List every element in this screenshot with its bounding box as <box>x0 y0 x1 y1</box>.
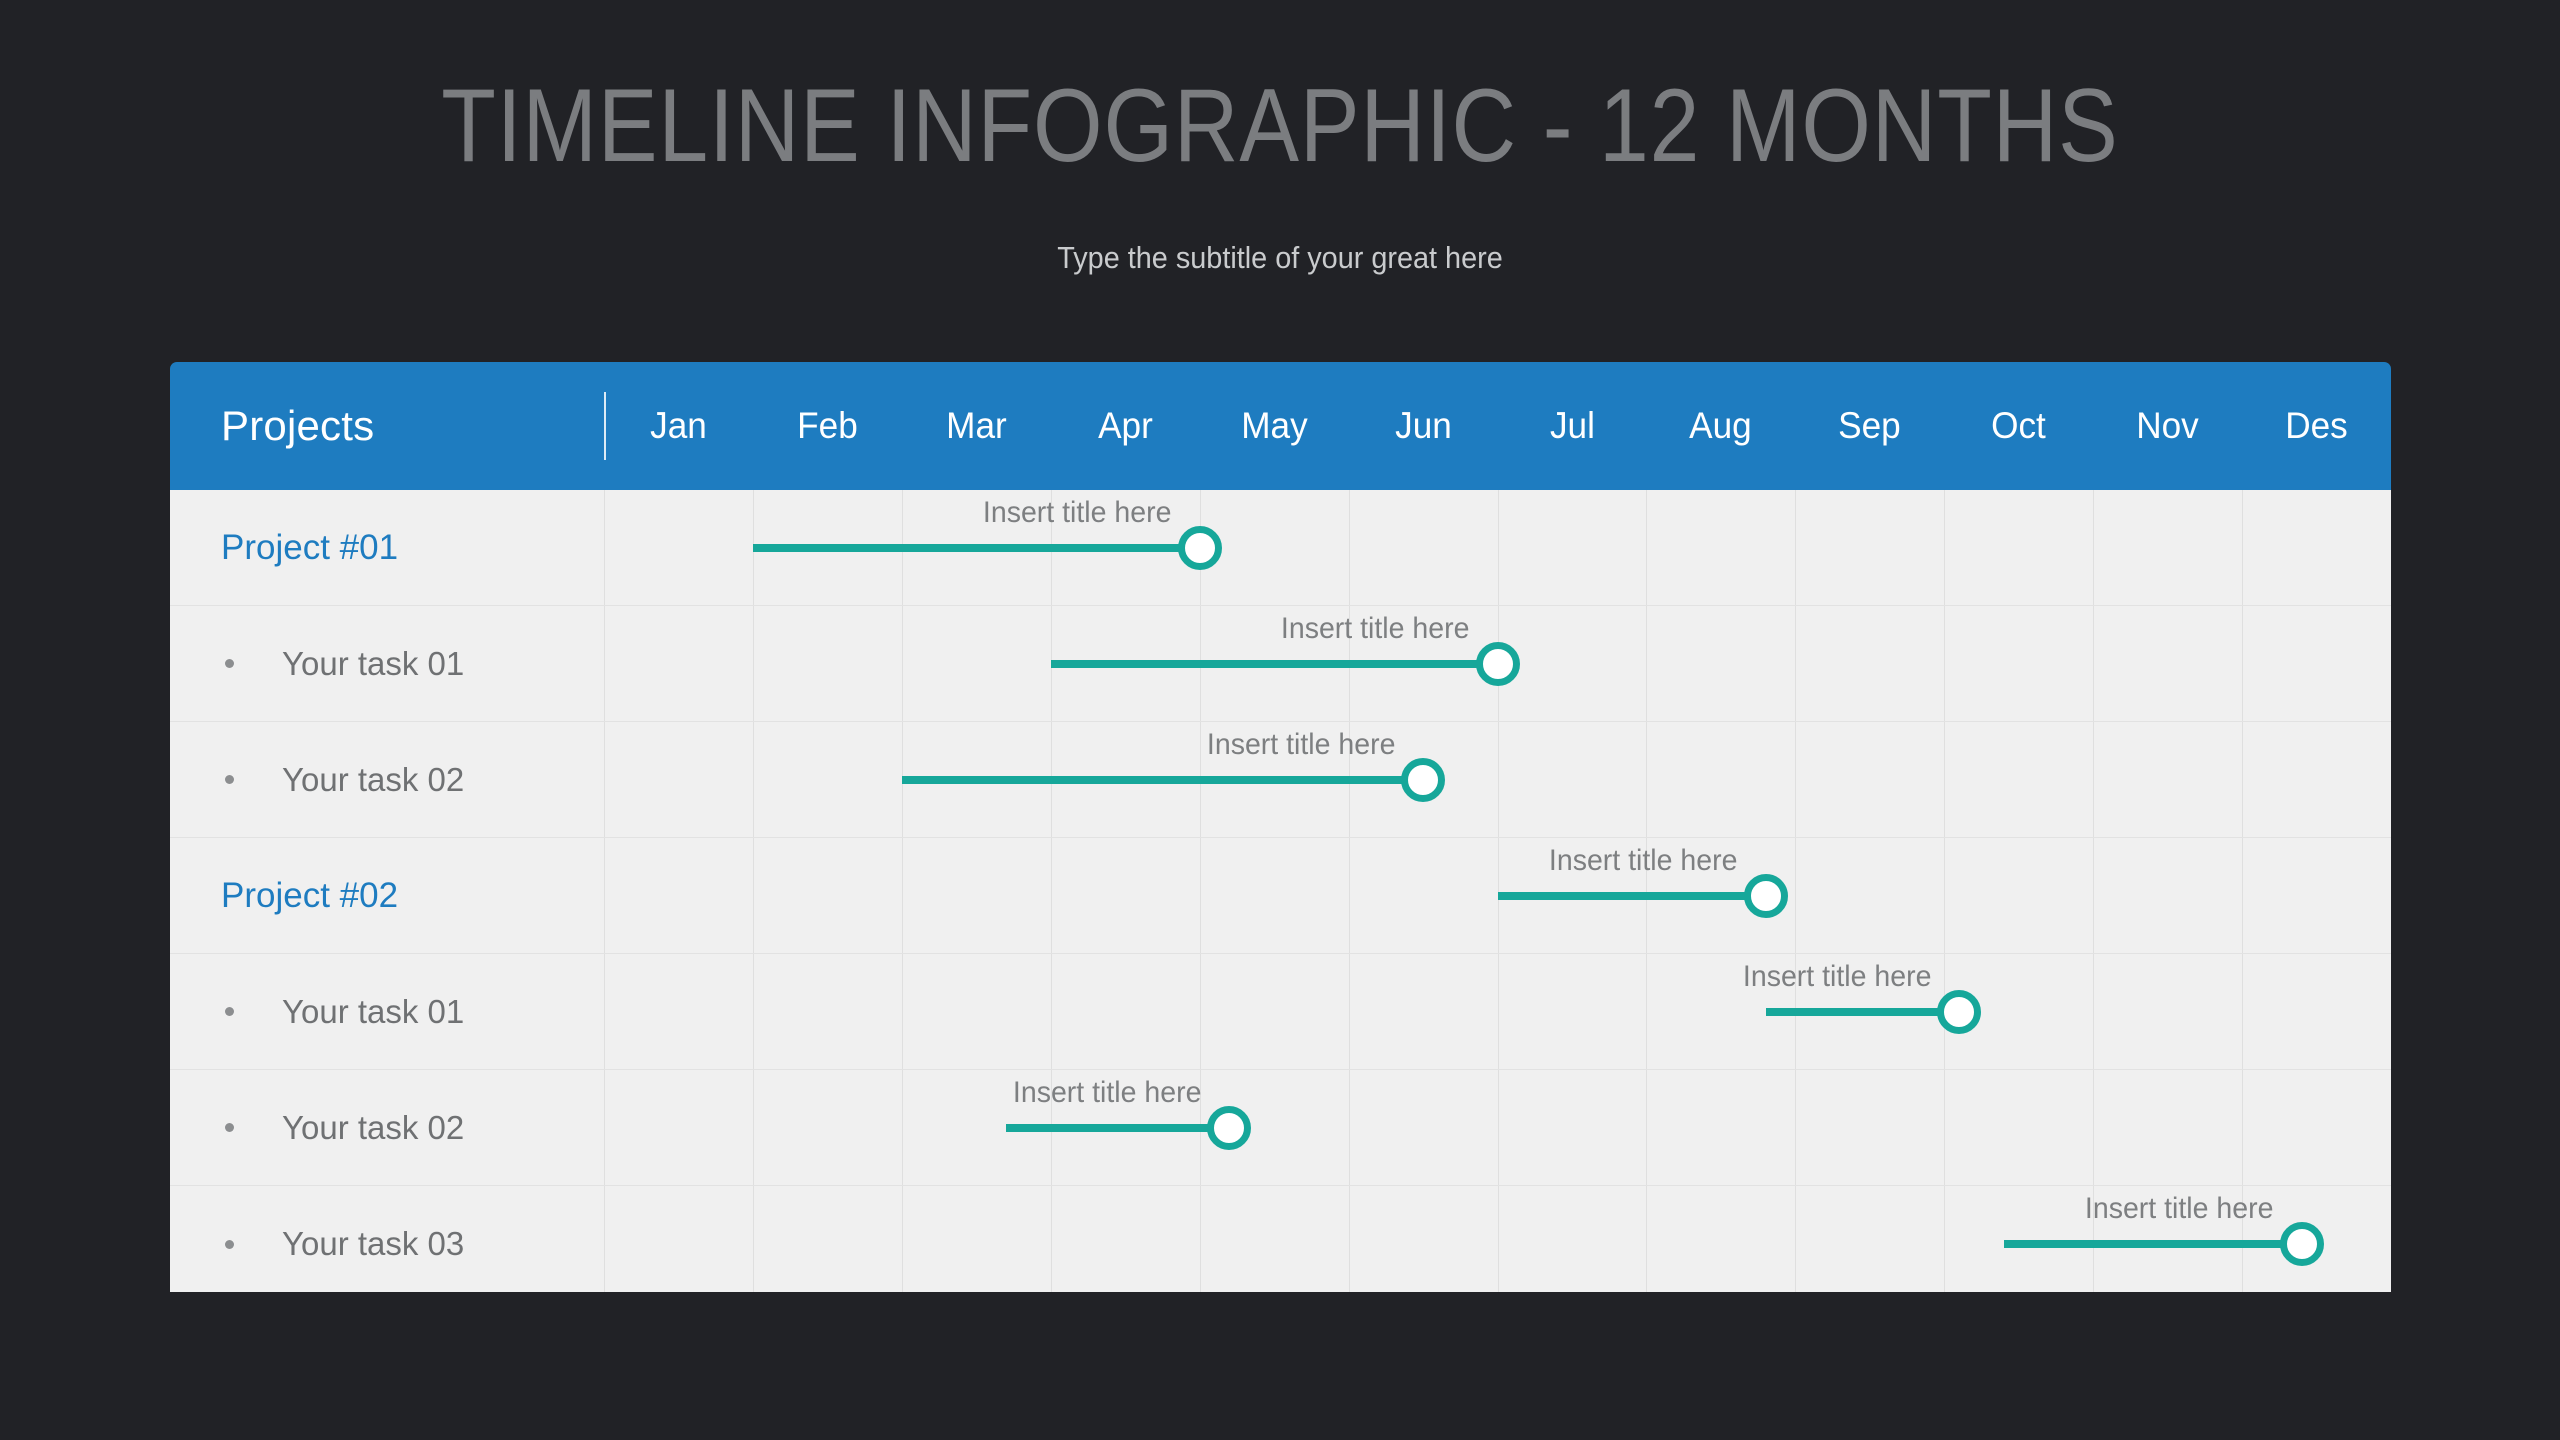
month-header-mar: Mar <box>946 405 1007 446</box>
month-header-oct: Oct <box>1991 405 2047 446</box>
table-row[interactable]: Project #01 Insert title here <box>170 490 2391 606</box>
gantt-track: Insert title here <box>604 1070 2391 1185</box>
month-header-sep: Sep <box>1838 405 1902 446</box>
gantt-track: Insert title here <box>604 722 2391 837</box>
timeline-header-row: Projects Jan Feb Mar Apr May Jun Jul Aug Sep Oct N… <box>170 362 2391 490</box>
month-header-feb: Feb <box>797 405 858 446</box>
month-header-may: May <box>1240 405 1308 446</box>
bullet-icon <box>225 1123 234 1132</box>
task-label: Your task 01 <box>170 606 604 721</box>
gantt-bar <box>752 543 1200 552</box>
gantt-track: Insert title here <box>604 954 2391 1069</box>
gantt-track: Insert title here <box>604 838 2391 953</box>
milestone-circle-icon[interactable] <box>1475 641 1520 686</box>
row-label-text: Your task 01 <box>282 644 465 682</box>
slide-canvas: TIMELINE INFOGRAPHIC - 12 MONTHS Type th… <box>0 0 2560 1440</box>
month-header-jan: Jan <box>650 405 707 446</box>
month-header-nov: Nov <box>2136 405 2199 446</box>
projects-column-header: Projects <box>221 402 375 449</box>
bar-title-label: Insert title here <box>983 495 1172 529</box>
page-title: TIMELINE INFOGRAPHIC - 12 MONTHS <box>441 68 2119 184</box>
row-label-text: Your task 02 <box>282 1108 465 1146</box>
gantt-bar <box>2003 1240 2302 1248</box>
table-row[interactable]: Your task 03 Insert title here <box>170 1186 2391 1292</box>
milestone-circle-icon[interactable] <box>2279 1222 2324 1266</box>
row-label-text: Your task 03 <box>282 1225 465 1262</box>
table-row[interactable]: Your task 02 Insert title here <box>170 722 2391 838</box>
bar-title-label: Insert title here <box>1742 959 1932 993</box>
milestone-circle-icon[interactable] <box>1937 989 1982 1034</box>
gantt-bar <box>1006 1123 1230 1132</box>
task-label: Your task 03 <box>170 1186 604 1292</box>
bullet-icon <box>225 659 234 668</box>
bar-title-label: Insert title here <box>1549 843 1738 877</box>
table-row[interactable]: Your task 01 Insert title here <box>170 954 2391 1070</box>
row-label-text: Project #02 <box>221 875 399 915</box>
bullet-icon <box>225 1007 234 1016</box>
month-header-list: Jan Feb Mar Apr May Jun Jul Aug Sep Oct Nov Des <box>604 362 2391 490</box>
gantt-bar <box>1765 1007 1960 1016</box>
bar-title-label: Insert title here <box>2085 1192 2274 1225</box>
gantt-track: Insert title here <box>604 606 2391 721</box>
month-header-jul: Jul <box>1549 405 1595 446</box>
timeline-table: Projects Jan Feb Mar Apr May Jun Jul Aug Sep Oct N… <box>170 362 2391 1292</box>
table-row[interactable]: Your task 01 Insert title here <box>170 606 2391 722</box>
milestone-circle-icon[interactable] <box>1743 873 1788 918</box>
page-subtitle: Type the subtitle of your great here <box>1057 240 1503 275</box>
bullet-icon <box>225 775 234 784</box>
timeline-body: Project #01 Insert title here Your task 01… <box>170 490 2391 1292</box>
row-label-text: Your task 01 <box>282 992 465 1030</box>
month-header-des: Des <box>2285 405 2348 446</box>
milestone-circle-icon[interactable] <box>1207 1105 1252 1150</box>
bar-title-label: Insert title here <box>1280 611 1470 645</box>
row-label-text: Project #01 <box>221 527 399 567</box>
milestone-circle-icon[interactable] <box>1401 757 1446 802</box>
row-label-text: Your task 02 <box>282 760 465 798</box>
table-row[interactable]: Project #02 Insert title here <box>170 838 2391 954</box>
month-header-aug: Aug <box>1689 405 1753 446</box>
gantt-bar <box>901 775 1424 784</box>
project-label: Project #02 <box>170 838 604 953</box>
table-row[interactable]: Your task 02 Insert title here <box>170 1070 2391 1186</box>
milestone-circle-icon[interactable] <box>1177 525 1222 570</box>
task-label: Your task 02 <box>170 722 604 837</box>
project-label: Project #01 <box>170 490 604 605</box>
task-label: Your task 01 <box>170 954 604 1069</box>
bar-title-label: Insert title here <box>1012 1075 1202 1109</box>
gantt-track: Insert title here <box>604 1186 2391 1292</box>
bullet-icon <box>225 1239 234 1249</box>
task-label: Your task 02 <box>170 1070 604 1185</box>
gantt-bar <box>1497 891 1766 900</box>
gantt-track: Insert title here <box>604 490 2391 605</box>
bar-title-label: Insert title here <box>1206 727 1396 761</box>
month-header-jun: Jun <box>1394 405 1452 446</box>
gantt-bar <box>1050 659 1498 668</box>
month-header-apr: Apr <box>1097 405 1153 446</box>
